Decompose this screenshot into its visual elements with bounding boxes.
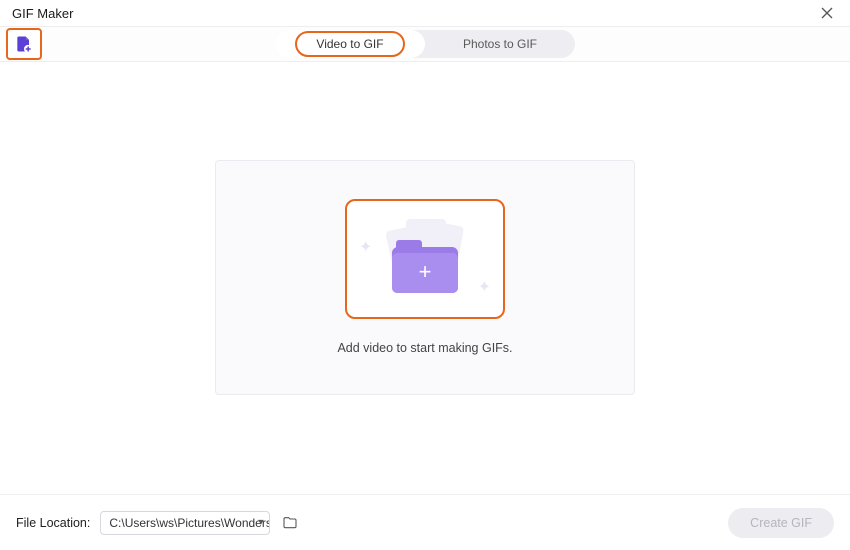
create-gif-label: Create GIF [750,516,812,530]
dropzone-hint: Add video to start making GIFs. [337,341,512,355]
document-plus-icon [14,34,34,54]
sparkle-icon: ✦ [359,237,372,257]
add-video-button[interactable]: ✦ ✦ + [345,199,505,319]
sparkle-icon: ✦ [478,277,491,297]
folder-icon [282,515,298,531]
tab-label: Photos to GIF [463,37,537,51]
tab-video-to-gif[interactable]: Video to GIF [295,31,405,57]
tab-label: Video to GIF [316,37,383,51]
folder-plus-icon: + [392,243,458,293]
file-location-label: File Location: [16,516,90,530]
footer: File Location: C:\Users\ws\Pictures\Wond… [0,494,850,550]
close-button[interactable] [818,4,836,22]
browse-folder-button[interactable] [280,513,300,533]
file-location-value: C:\Users\ws\Pictures\Wonders [109,516,270,530]
main-area: ✦ ✦ + Add video to start making GIFs. [0,62,850,492]
toolbar: Video to GIF Photos to GIF [0,26,850,62]
tab-photos-to-gif[interactable]: Photos to GIF [425,37,575,51]
add-media-button[interactable] [6,28,42,60]
file-location-select[interactable]: C:\Users\ws\Pictures\Wonders [100,511,270,535]
mode-tabs: Video to GIF Photos to GIF [275,30,575,58]
close-icon [821,7,833,19]
dropzone: ✦ ✦ + Add video to start making GIFs. [215,160,635,395]
create-gif-button[interactable]: Create GIF [728,508,834,538]
window-title: GIF Maker [12,6,73,21]
